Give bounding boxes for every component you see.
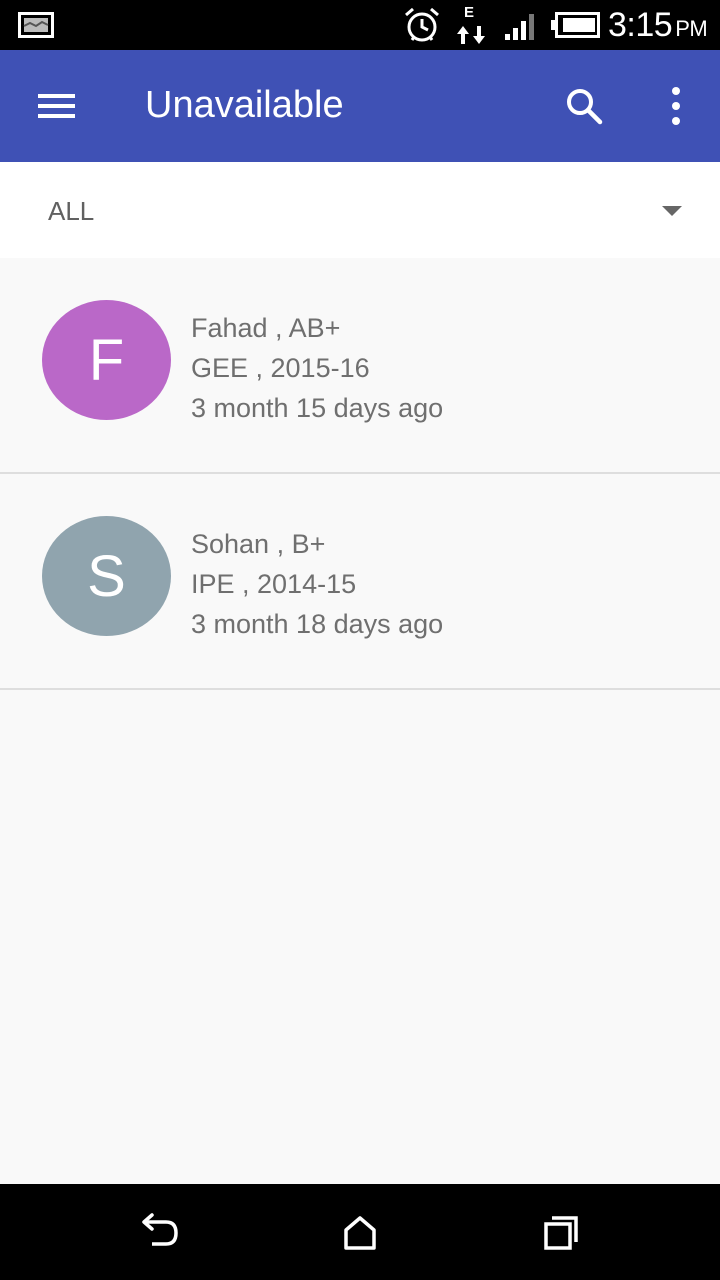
donor-dept-session: GEE , 2015-16 <box>191 353 370 383</box>
page-title: Unavailable <box>145 84 344 126</box>
filter-dropdown[interactable]: ALL <box>0 162 720 258</box>
back-icon[interactable] <box>138 1212 182 1252</box>
donor-list: F Fahad , AB+ GEE , 2015-16 3 month 15 d… <box>0 258 720 690</box>
clock: 3:15 PM <box>608 6 708 45</box>
list-item[interactable]: S Sohan , B+ IPE , 2014-15 3 month 18 da… <box>0 474 720 690</box>
donor-last-donation: 3 month 18 days ago <box>191 609 444 639</box>
signal-icon <box>505 14 534 40</box>
chevron-down-icon <box>662 206 682 216</box>
donor-dept-session: IPE , 2014-15 <box>191 569 357 599</box>
battery-icon <box>551 12 600 38</box>
data-transfer-icon: E <box>455 4 487 46</box>
avatar: S <box>42 516 171 636</box>
list-item-text: Sohan , B+ IPE , 2014-15 3 month 18 days… <box>191 524 443 644</box>
menu-icon[interactable] <box>28 82 84 130</box>
alarm-icon <box>405 7 439 42</box>
clock-ampm: PM <box>675 16 708 41</box>
clock-time: 3:15 <box>608 6 673 44</box>
avatar-initial: S <box>87 543 126 609</box>
data-indicator: E <box>464 4 475 21</box>
status-bar: E 3:15 PM <box>0 0 720 50</box>
avatar-initial: F <box>88 327 125 393</box>
filter-selected-value: ALL <box>48 196 95 226</box>
search-icon[interactable] <box>560 82 608 130</box>
donor-name-blood-group: Sohan , B+ <box>191 529 326 559</box>
donor-name-blood-group: Fahad , AB+ <box>191 313 341 343</box>
list-item-text: Fahad , AB+ GEE , 2015-16 3 month 15 day… <box>191 308 443 428</box>
list-item[interactable]: F Fahad , AB+ GEE , 2015-16 3 month 15 d… <box>0 258 720 474</box>
app-bar: Unavailable <box>0 50 720 162</box>
donor-last-donation: 3 month 15 days ago <box>191 393 444 423</box>
home-icon[interactable] <box>338 1210 382 1254</box>
gallery-icon <box>18 12 54 38</box>
recent-apps-icon[interactable] <box>538 1210 582 1254</box>
more-vert-icon[interactable] <box>656 82 696 130</box>
avatar: F <box>42 300 171 420</box>
navigation-bar <box>0 1184 720 1280</box>
